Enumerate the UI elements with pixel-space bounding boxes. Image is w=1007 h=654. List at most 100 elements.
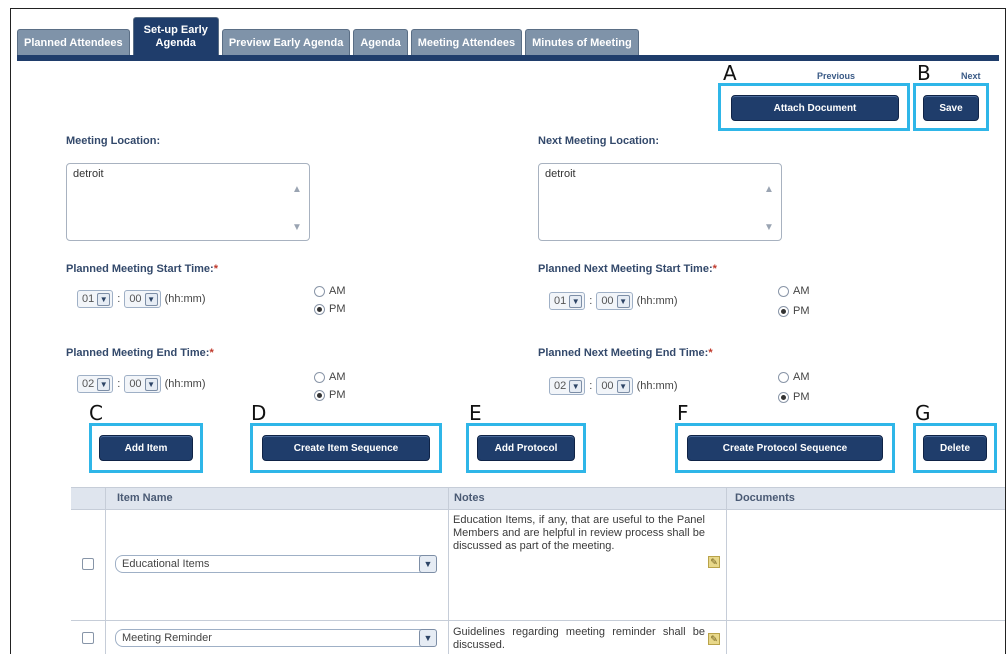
tab-setup-early-agenda-line2: Agenda	[155, 36, 196, 49]
next-end-pm-radio[interactable]: PM	[778, 391, 810, 403]
end-pm-radio[interactable]: PM	[314, 389, 346, 401]
start-minute-select[interactable]: 00 ▼	[124, 290, 161, 308]
required-mark: *	[708, 347, 713, 359]
column-header-documents: Documents	[735, 492, 795, 504]
scroll-down-icon[interactable]: ▼	[291, 222, 303, 234]
column-header-item-name: Item Name	[117, 492, 173, 504]
create-protocol-sequence-button[interactable]: Create Protocol Sequence	[687, 435, 883, 461]
chevron-down-icon: ▼	[97, 377, 111, 391]
time-format-hint: (hh:mm)	[164, 293, 206, 305]
attach-document-button[interactable]: Attach Document	[731, 95, 899, 121]
end-time-label: Planned Meeting End Time:*	[66, 347, 214, 359]
tab-row: Planned Attendees Set-up Early Agenda Pr…	[17, 17, 999, 55]
column-divider	[726, 488, 727, 654]
pm-label: PM	[329, 303, 346, 315]
tab-underline	[17, 55, 999, 61]
pm-label: PM	[329, 389, 346, 401]
pm-label: PM	[793, 391, 810, 403]
end-time-label-text: Planned Meeting End Time:	[66, 347, 210, 359]
next-meeting-location-value: detroit	[545, 168, 576, 180]
next-end-time-label-text: Planned Next Meeting End Time:	[538, 347, 709, 359]
pm-label: PM	[793, 305, 810, 317]
next-start-minute-value: 00	[601, 295, 614, 307]
next-meeting-location-label: Next Meeting Location:	[538, 135, 660, 147]
next-link[interactable]: Next	[961, 71, 981, 81]
am-label: AM	[793, 371, 810, 383]
end-time-row: 02 ▼ : 00 ▼ (hh:mm)	[77, 375, 206, 393]
callout-label-e: E	[469, 401, 482, 425]
chevron-down-icon: ▼	[569, 294, 583, 308]
am-label: AM	[329, 285, 346, 297]
end-minute-value: 00	[129, 378, 142, 390]
radio-dot	[314, 371, 325, 383]
next-start-am-radio[interactable]: AM	[778, 285, 810, 297]
tab-preview-early-agenda[interactable]: Preview Early Agenda	[221, 29, 351, 55]
end-hour-select[interactable]: 02 ▼	[77, 375, 114, 393]
meeting-location-input[interactable]: detroit ▲ ▼	[66, 163, 310, 241]
scroll-up-icon[interactable]: ▲	[763, 184, 775, 196]
next-end-minute-select[interactable]: 00 ▼	[596, 377, 633, 395]
tab-meeting-attendees[interactable]: Meeting Attendees	[410, 29, 523, 55]
next-start-pm-radio[interactable]: PM	[778, 305, 810, 317]
item-name-select[interactable]: Educational Items ▼	[115, 555, 437, 573]
tab-planned-attendees[interactable]: Planned Attendees	[17, 29, 130, 55]
next-start-time-label-text: Planned Next Meeting Start Time:	[538, 263, 713, 275]
next-start-hour-value: 01	[554, 295, 567, 307]
row-checkbox[interactable]	[82, 558, 94, 570]
table-header: Item Name Notes Documents	[71, 488, 1005, 510]
item-name-select[interactable]: Meeting Reminder ▼	[115, 629, 437, 647]
next-end-time-row: 02 ▼ : 00 ▼ (hh:mm)	[549, 377, 678, 395]
next-start-time-row: 01 ▼ : 00 ▼ (hh:mm)	[549, 292, 678, 310]
next-start-time-label: Planned Next Meeting Start Time:*	[538, 263, 717, 275]
scroll-down-icon[interactable]: ▼	[763, 222, 775, 234]
chevron-down-icon: ▼	[144, 292, 158, 306]
start-time-row: 01 ▼ : 00 ▼ (hh:mm)	[77, 290, 206, 308]
meeting-location-value: detroit	[73, 168, 104, 180]
next-start-hour-select[interactable]: 01 ▼	[549, 292, 586, 310]
end-am-radio[interactable]: AM	[314, 371, 346, 383]
start-minute-value: 00	[129, 293, 142, 305]
radio-dot-selected	[778, 391, 789, 403]
next-meeting-location-input[interactable]: detroit ▲ ▼	[538, 163, 782, 241]
end-hour-value: 02	[82, 378, 95, 390]
start-time-label: Planned Meeting Start Time:*	[66, 263, 218, 275]
add-protocol-button[interactable]: Add Protocol	[477, 435, 575, 461]
time-format-hint: (hh:mm)	[164, 378, 206, 390]
am-label: AM	[329, 371, 346, 383]
delete-button[interactable]: Delete	[923, 435, 987, 461]
tab-minutes-of-meeting[interactable]: Minutes of Meeting	[525, 29, 639, 55]
chevron-down-icon: ▼	[616, 379, 630, 393]
chevron-down-icon: ▼	[97, 292, 111, 306]
create-item-sequence-button[interactable]: Create Item Sequence	[262, 435, 430, 461]
chevron-down-icon: ▼	[419, 555, 437, 573]
edit-note-icon[interactable]: ✎	[708, 556, 720, 568]
meeting-location-label: Meeting Location:	[66, 135, 161, 147]
next-end-hour-select[interactable]: 02 ▼	[549, 377, 586, 395]
end-minute-select[interactable]: 00 ▼	[124, 375, 161, 393]
previous-link[interactable]: Previous	[817, 71, 855, 81]
save-button[interactable]: Save	[923, 95, 979, 121]
start-hour-select[interactable]: 01 ▼	[77, 290, 114, 308]
radio-dot	[778, 285, 789, 297]
chevron-down-icon: ▼	[569, 379, 583, 393]
radio-dot-selected	[314, 303, 325, 315]
callout-label-d: D	[251, 401, 267, 425]
start-am-radio[interactable]: AM	[314, 285, 346, 297]
callout-label-b: B	[917, 61, 931, 85]
agenda-items-table: Item Name Notes Documents Educational It…	[71, 487, 1005, 654]
start-pm-radio[interactable]: PM	[314, 303, 346, 315]
next-end-am-radio[interactable]: AM	[778, 371, 810, 383]
next-end-time-label: Planned Next Meeting End Time:*	[538, 347, 713, 359]
am-label: AM	[793, 285, 810, 297]
edit-note-icon[interactable]: ✎	[708, 633, 720, 645]
next-start-minute-select[interactable]: 00 ▼	[596, 292, 633, 310]
callout-label-c: C	[89, 401, 103, 425]
callout-label-g: G	[915, 401, 931, 425]
tab-agenda[interactable]: Agenda	[353, 29, 408, 55]
tab-setup-early-agenda[interactable]: Set-up Early Agenda	[132, 17, 219, 55]
add-item-button[interactable]: Add Item	[99, 435, 193, 461]
agenda-setup-window: Planned Attendees Set-up Early Agenda Pr…	[10, 8, 1006, 654]
row-checkbox[interactable]	[82, 632, 94, 644]
tab-bar: Planned Attendees Set-up Early Agenda Pr…	[11, 9, 1005, 63]
scroll-up-icon[interactable]: ▲	[291, 184, 303, 196]
